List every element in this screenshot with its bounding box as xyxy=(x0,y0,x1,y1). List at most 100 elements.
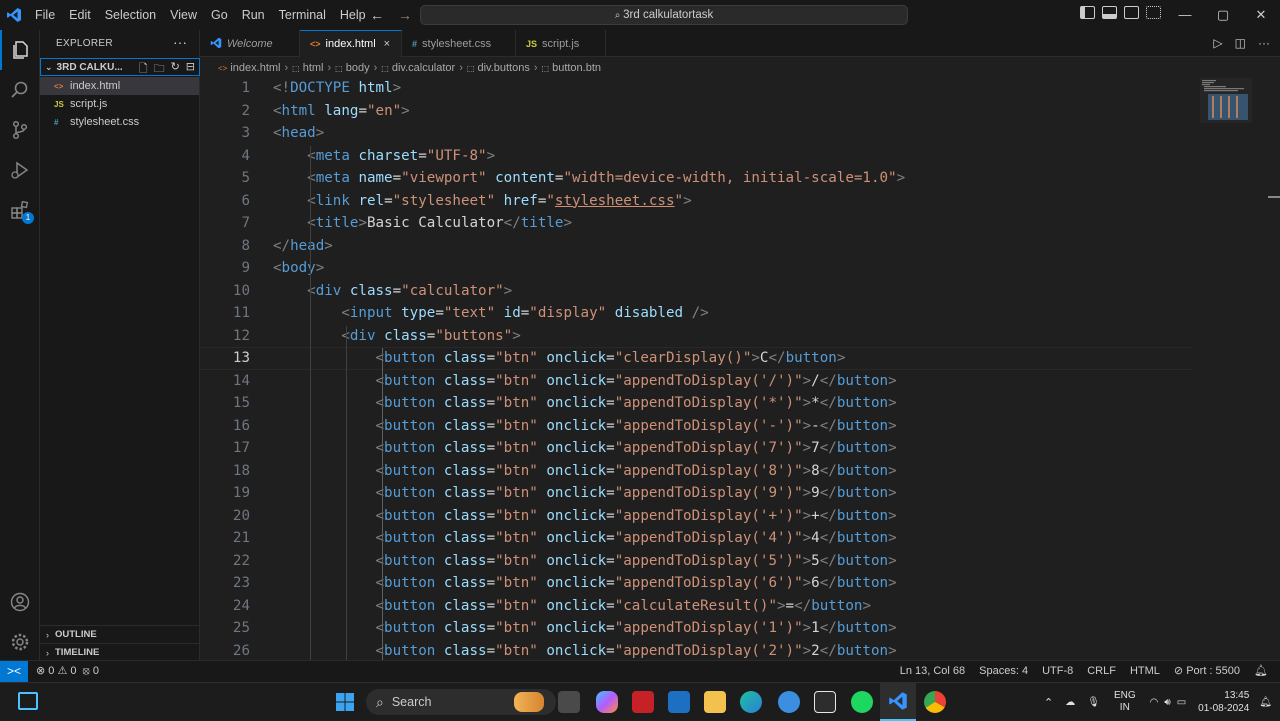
end-of-line[interactable]: CRLF xyxy=(1087,661,1116,682)
task-view-icon[interactable] xyxy=(558,691,580,713)
ports-status[interactable]: ⦻ 0 xyxy=(83,661,99,682)
vscode-taskbar-active[interactable] xyxy=(880,683,916,721)
breadcrumb-item[interactable]: <> index.html xyxy=(218,62,280,74)
code-line[interactable]: 22 <button class="btn" onclick="appendTo… xyxy=(200,550,1200,573)
microphone-icon[interactable]: 🎙︎ xyxy=(1087,697,1100,708)
snipping-tool-icon[interactable] xyxy=(814,691,836,713)
settings-gear-icon[interactable] xyxy=(0,622,40,662)
battery-icon[interactable]: ▭ xyxy=(1177,697,1186,708)
code-line[interactable]: 3 <head> xyxy=(200,122,1200,145)
copilot-icon[interactable] xyxy=(596,691,618,713)
maximize-icon[interactable]: ▢ xyxy=(1204,0,1242,30)
code-line[interactable]: 23 <button class="btn" onclick="appendTo… xyxy=(200,572,1200,595)
editor-scrollbar[interactable] xyxy=(1268,78,1280,660)
tab-script-js[interactable]: JS script.js xyxy=(516,30,606,57)
menu-file[interactable]: File xyxy=(28,0,62,30)
language-mode[interactable]: HTML xyxy=(1130,661,1160,682)
minimize-icon[interactable]: — xyxy=(1166,0,1204,30)
windows-start-icon[interactable] xyxy=(335,692,355,712)
errors-status[interactable]: ⊗ 0 ⚠ 0 xyxy=(36,661,77,682)
code-line[interactable]: 5 <meta name="viewport" content="width=d… xyxy=(200,167,1200,190)
code-editor[interactable]: 1 <!DOCTYPE html> 2 <html lang="en"> 3 <head>… xyxy=(200,78,1280,660)
more-actions-icon[interactable]: ··· xyxy=(1258,36,1270,50)
source-control-icon[interactable] xyxy=(0,110,40,150)
customize-layout-icon[interactable] xyxy=(1146,6,1161,19)
notifications-bell-icon[interactable]: 🔔︎ xyxy=(1254,661,1268,682)
language-indicator[interactable]: ENG IN xyxy=(1114,690,1136,714)
remote-icon[interactable]: >< xyxy=(0,661,28,682)
code-line[interactable]: 15 <button class="btn" onclick="appendTo… xyxy=(200,392,1200,415)
code-line[interactable]: 1 <!DOCTYPE html> xyxy=(200,78,1200,100)
code-line[interactable]: 19 <button class="btn" onclick="appendTo… xyxy=(200,482,1200,505)
encoding[interactable]: UTF-8 xyxy=(1042,661,1073,682)
files-icon[interactable] xyxy=(0,30,40,70)
code-line[interactable]: 12 <div class="buttons"> xyxy=(200,325,1200,348)
code-line[interactable]: 25 <button class="btn" onclick="appendTo… xyxy=(200,617,1200,640)
taskbar-search[interactable]: ⌕ Search xyxy=(366,689,556,715)
volume-icon[interactable]: 🔊︎ xyxy=(1164,697,1170,708)
chrome-icon[interactable] xyxy=(924,691,946,713)
breadcrumb-item[interactable]: ⬚ div.buttons xyxy=(467,62,530,74)
search-icon[interactable] xyxy=(0,70,40,110)
notifications-bell-icon[interactable]: 🔔︎ xyxy=(1259,697,1272,708)
code-line[interactable]: 6 <link rel="stylesheet" href="styleshee… xyxy=(200,190,1200,213)
edge-icon[interactable] xyxy=(740,691,762,713)
show-hidden-icons-icon[interactable]: ⌃ xyxy=(1044,696,1053,709)
menu-view[interactable]: View xyxy=(163,0,204,30)
cloud-icon[interactable]: ☁ xyxy=(1065,697,1075,708)
code-line[interactable]: 16 <button class="btn" onclick="appendTo… xyxy=(200,415,1200,438)
file-script-js[interactable]: JS script.js xyxy=(40,95,199,113)
extensions-icon[interactable]: 1 xyxy=(0,190,40,230)
account-icon[interactable] xyxy=(0,582,40,622)
code-line[interactable]: 20 <button class="btn" onclick="appendTo… xyxy=(200,505,1200,528)
menu-go[interactable]: Go xyxy=(204,0,235,30)
code-line[interactable]: 26 <button class="btn" onclick="appendTo… xyxy=(200,640,1200,661)
code-line[interactable]: 17 <button class="btn" onclick="appendTo… xyxy=(200,437,1200,460)
breadcrumb-item[interactable]: ⬚ button.btn xyxy=(542,62,602,74)
code-line[interactable]: 21 <button class="btn" onclick="appendTo… xyxy=(200,527,1200,550)
file-stylesheet-css[interactable]: # stylesheet.css xyxy=(40,113,199,131)
file-explorer-icon[interactable] xyxy=(704,691,726,713)
toggle-secondary-sidebar-icon[interactable] xyxy=(1124,6,1139,19)
forward-arrow-icon[interactable]: → xyxy=(398,0,412,30)
store-icon[interactable] xyxy=(668,691,690,713)
code-line[interactable]: 7 <title>Basic Calculator</title> xyxy=(200,212,1200,235)
code-line[interactable]: 24 <button class="btn" onclick="calculat… xyxy=(200,595,1200,618)
run-icon[interactable]: ▷ xyxy=(1213,36,1222,50)
clock[interactable]: 13:45 01-08-2024 xyxy=(1198,689,1249,715)
more-actions-icon[interactable]: ··· xyxy=(173,34,187,50)
outline-section[interactable]: › OUTLINE xyxy=(40,625,200,643)
file-index-html[interactable]: <> index.html xyxy=(40,77,199,95)
menu-terminal[interactable]: Terminal xyxy=(272,0,333,30)
indentation[interactable]: Spaces: 4 xyxy=(979,661,1028,682)
code-line[interactable]: 10 <div class="calculator"> xyxy=(200,280,1200,303)
code-line[interactable]: 14 <button class="btn" onclick="appendTo… xyxy=(200,370,1200,393)
code-line[interactable]: 18 <button class="btn" onclick="appendTo… xyxy=(200,460,1200,483)
code-line[interactable]: 4 <meta charset="UTF-8"> xyxy=(200,145,1200,168)
minimap[interactable] xyxy=(1200,78,1252,123)
tab-stylesheet-css[interactable]: # stylesheet.css xyxy=(402,30,516,57)
code-line[interactable]: 2 <html lang="en"> xyxy=(200,100,1200,123)
code-line[interactable]: 9 <body> xyxy=(200,257,1200,280)
cursor-position[interactable]: Ln 13, Col 68 xyxy=(900,661,965,682)
breadcrumb-item[interactable]: ⬚ body xyxy=(335,62,369,74)
code-line[interactable]: 8 </head> xyxy=(200,235,1200,258)
wifi-icon[interactable]: ◠ xyxy=(1150,697,1159,708)
code-line[interactable]: 11 <input type="text" id="display" disab… xyxy=(200,302,1200,325)
menu-run[interactable]: Run xyxy=(235,0,272,30)
timeline-section[interactable]: › TIMELINE xyxy=(40,643,200,661)
show-desktop-icon[interactable] xyxy=(18,692,38,710)
menu-edit[interactable]: Edit xyxy=(62,0,98,30)
toggle-panel-icon[interactable] xyxy=(1102,6,1117,19)
tab-index-html[interactable]: <> index.html × xyxy=(300,30,402,57)
close-window-icon[interactable]: ✕ xyxy=(1242,0,1280,30)
edge-beta-icon[interactable] xyxy=(778,691,800,713)
code-line[interactable]: 13 <button class="btn" onclick="clearDis… xyxy=(200,347,1192,370)
live-server-port[interactable]: ⊘ Port : 5500 xyxy=(1174,661,1240,682)
menu-selection[interactable]: Selection xyxy=(98,0,163,30)
breadcrumb-item[interactable]: ⬚ html xyxy=(292,62,323,74)
breadcrumb-item[interactable]: ⬚ div.calculator xyxy=(381,62,455,74)
menu-help[interactable]: Help xyxy=(333,0,373,30)
spotify-icon[interactable] xyxy=(851,691,873,713)
split-editor-icon[interactable]: ◫ xyxy=(1235,36,1246,50)
